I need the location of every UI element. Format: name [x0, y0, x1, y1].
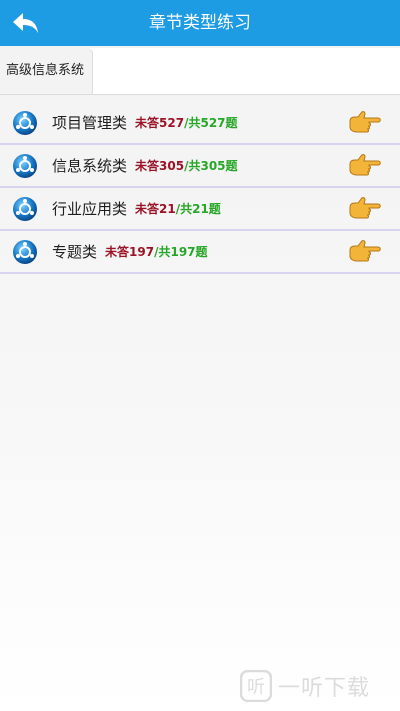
list-item[interactable]: 专题类 未答197/共197题 [0, 231, 400, 274]
list-item-text: 行业应用类 未答21/共21题 [52, 188, 221, 229]
category-orb-icon [13, 111, 37, 135]
category-list: 项目管理类 未答527/共527题 信息系统类 未答305/共305题 行业应用… [0, 102, 400, 274]
breadcrumb-tab[interactable]: 高级信息系统 [0, 48, 94, 94]
list-item[interactable]: 项目管理类 未答527/共527题 [0, 102, 400, 145]
watermark-text: 一听下载 [278, 676, 371, 701]
pointing-hand-icon[interactable] [348, 152, 382, 180]
category-orb-icon [13, 197, 37, 221]
total-count: 共527题 [188, 116, 238, 130]
category-orb-icon [13, 240, 37, 264]
page-title: 章节类型练习 [149, 13, 251, 33]
list-item-text: 信息系统类 未答305/共305题 [52, 145, 238, 186]
list-item[interactable]: 信息系统类 未答305/共305题 [0, 145, 400, 188]
svg-text:听: 听 [247, 677, 265, 698]
unanswered-count: 未答197 [105, 245, 155, 259]
pointing-hand-icon[interactable] [348, 109, 382, 137]
category-stats: 未答305/共305题 [135, 157, 238, 174]
category-name: 专题类 [52, 243, 98, 261]
total-count: 共21题 [180, 202, 221, 216]
list-item-text: 项目管理类 未答527/共527题 [52, 102, 238, 143]
category-name: 行业应用类 [52, 200, 128, 218]
title-bar: 章节类型练习 [0, 0, 400, 46]
category-name: 项目管理类 [52, 114, 128, 132]
category-orb-icon [13, 154, 37, 178]
category-stats: 未答527/共527题 [135, 114, 238, 131]
total-count: 共197题 [158, 245, 208, 259]
category-stats: 未答197/共197题 [105, 243, 208, 260]
watermark-logo-icon: 听 [240, 670, 272, 702]
unanswered-count: 未答305 [135, 159, 185, 173]
category-name: 信息系统类 [52, 157, 128, 175]
pointing-hand-icon[interactable] [348, 238, 382, 266]
breadcrumb: 高级信息系统 [0, 48, 400, 95]
pointing-hand-icon[interactable] [348, 195, 382, 223]
unanswered-count: 未答527 [135, 116, 185, 130]
watermark: 听 一听下载 [240, 670, 370, 702]
list-item-text: 专题类 未答197/共197题 [52, 231, 208, 272]
unanswered-count: 未答21 [135, 202, 176, 216]
list-item[interactable]: 行业应用类 未答21/共21题 [0, 188, 400, 231]
total-count: 共305题 [188, 159, 238, 173]
category-stats: 未答21/共21题 [135, 200, 221, 217]
